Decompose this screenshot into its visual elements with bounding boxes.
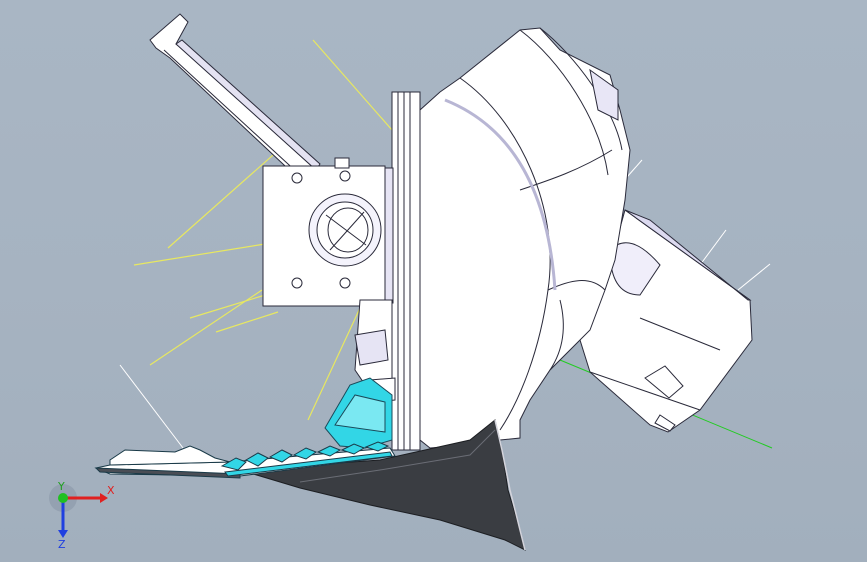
axis-triad: X Y Z	[49, 480, 114, 550]
z-axis-arrow-icon	[58, 530, 68, 538]
vertical-mount-plate[interactable]	[391, 91, 421, 451]
y-axis-dot-icon	[58, 493, 68, 503]
square-flange[interactable]	[262, 157, 394, 307]
mounting-arm[interactable]	[149, 13, 321, 181]
highlighted-component[interactable]	[324, 377, 393, 449]
y-axis-label: Y	[57, 480, 65, 493]
cad-graphics-viewport[interactable]: X Y Z	[0, 0, 867, 562]
x-axis-label: X	[107, 484, 114, 497]
main-head-body[interactable]	[419, 27, 631, 449]
cad-model-render[interactable]	[0, 0, 867, 562]
z-axis-label: Z	[58, 538, 66, 550]
